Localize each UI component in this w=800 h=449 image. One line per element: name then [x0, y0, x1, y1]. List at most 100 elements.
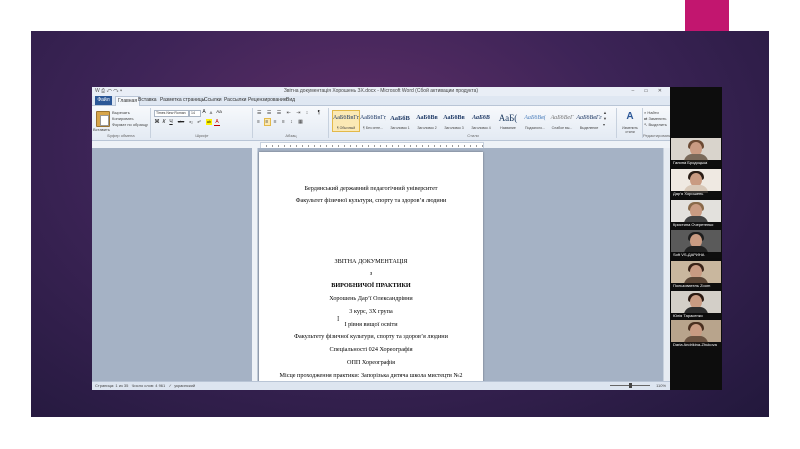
- list-buttons[interactable]: ☰ ☰ ☰ ⇤ ⇥ ↕: [257, 110, 310, 116]
- copy-button[interactable]: Копировать: [112, 116, 134, 121]
- paste-button[interactable]: Вставить: [93, 127, 110, 132]
- align-buttons[interactable]: ≡ ≡ ≡ ≡ ↕ ▦: [257, 118, 305, 126]
- participant-tile[interactable]: Дар’я Хорошень: [671, 169, 721, 197]
- subscript-button[interactable]: x₂: [188, 119, 194, 125]
- style-normal[interactable]: АаБбВвГг, ¶ Обычный: [332, 110, 360, 132]
- tab-view[interactable]: Вид: [286, 97, 295, 103]
- style-title[interactable]: АаБ( Название: [494, 110, 522, 132]
- paste-icon[interactable]: [96, 111, 110, 127]
- style-heading-2[interactable]: АаБбВв Заголовок 2: [413, 110, 441, 132]
- style-name: Выделение: [579, 126, 599, 130]
- pilcrow-button[interactable]: ¶: [316, 110, 322, 116]
- cut-button[interactable]: Вырезать: [112, 110, 130, 115]
- group-editing: ⌕ Найти ⇄ Заменить ↖ Выделить Редактиров…: [643, 108, 670, 138]
- binoculars-icon: ⌕: [644, 110, 647, 115]
- select-button[interactable]: ↖ Выделить: [644, 122, 667, 127]
- participant-tile[interactable]: Daria Andrikina-Zhukova: [671, 320, 721, 348]
- word-count[interactable]: Число слов: 4 961: [132, 383, 166, 388]
- shrink-font-button[interactable]: A: [208, 110, 214, 116]
- change-styles-icon[interactable]: A: [624, 111, 636, 123]
- participant-tile[interactable]: Soft VS-ДАРИНА: [671, 230, 721, 258]
- style-name: Заголовок 2: [417, 126, 437, 130]
- doc-line-university: Бердянський державний педагогічний уніве…: [304, 185, 438, 192]
- style-heading-3[interactable]: АаБбВв Заголовок 3: [440, 110, 468, 132]
- doc-line-place: Місце проходження практики: Запорізька д…: [279, 372, 463, 379]
- style-emphasis[interactable]: АаБбВвГг Выделение: [575, 110, 603, 132]
- tab-home[interactable]: Главная: [115, 96, 141, 106]
- zoom-slider-handle[interactable]: [629, 383, 632, 388]
- format-painter-button[interactable]: Формат по образцу: [112, 122, 148, 127]
- tab-references[interactable]: Ссылки: [204, 97, 222, 103]
- underline-button[interactable]: Ч: [168, 119, 174, 125]
- style-sample: АаБбВеГ: [550, 115, 574, 121]
- font-family-select[interactable]: Times New Roman: [154, 110, 189, 117]
- doc-line-level: І рівня вищої освіти: [344, 321, 398, 328]
- participant-video: [671, 291, 721, 315]
- i-beam-cursor-icon: I: [337, 315, 340, 323]
- participant-name: Soft VS-ДАРИНА: [671, 252, 721, 258]
- language-indicator[interactable]: украинский: [174, 383, 195, 388]
- participant-name: Daria Andrikina-Zhukova: [671, 342, 721, 348]
- select-label: Выделить: [648, 122, 667, 127]
- clipboard-label: Буфер обмена: [107, 133, 135, 138]
- window-controls[interactable]: – ▭ ✕: [632, 88, 666, 94]
- doc-line-preposition: з: [369, 270, 373, 277]
- find-button[interactable]: ⌕ Найти: [644, 110, 659, 115]
- tab-review[interactable]: Рецензирование: [248, 97, 287, 103]
- bold-button[interactable]: Ж: [154, 119, 160, 125]
- italic-button[interactable]: К: [161, 119, 167, 125]
- participant-tile[interactable]: Пользователь Zoom: [671, 261, 721, 289]
- group-styles: АаБбВвГг, ¶ Обычный АаБбВвГг, ¶ Без инте…: [330, 108, 617, 138]
- style-sample: АаБбВв: [416, 115, 438, 121]
- change-case-button[interactable]: Aa: [216, 109, 222, 115]
- participant-tile[interactable]: Галина Бродоцька: [671, 138, 721, 166]
- style-subtitle[interactable]: АаБбВв( Подзаголо...: [521, 110, 549, 132]
- superscript-button[interactable]: x²: [196, 119, 202, 125]
- strikethrough-button[interactable]: abc: [176, 119, 186, 125]
- style-sample: АаБбВ: [472, 115, 490, 121]
- font-color-button[interactable]: A: [214, 119, 220, 126]
- document-page[interactable]: Бердянський державний педагогічний уніве…: [259, 152, 483, 390]
- participant-tile[interactable]: Кристина Очеретенко: [671, 200, 721, 228]
- title-bar: W ⎙ ↶ ↷ ▾ Звітна документація Хорошень З…: [92, 87, 670, 96]
- tab-mailings[interactable]: Рассылки: [224, 97, 246, 103]
- style-sample: АаБбВв(: [524, 115, 546, 121]
- style-heading-1[interactable]: АаБбВ Заголовок 1: [386, 110, 414, 132]
- change-styles-button[interactable]: Изменить стили: [619, 126, 641, 134]
- vertical-ruler: [252, 148, 258, 382]
- tab-page-layout[interactable]: Разметка страницы: [160, 97, 205, 103]
- participant-video: [671, 200, 721, 224]
- highlight-button[interactable]: ab: [206, 119, 212, 125]
- styles-scroll[interactable]: ▲ ▼ ▾: [603, 110, 607, 128]
- replace-button[interactable]: ⇄ Заменить: [644, 116, 666, 121]
- style-heading-4[interactable]: АаБбВ Заголовок 4: [467, 110, 495, 132]
- doc-line-faculty-2: Факультету фізичної культури, спорту та …: [294, 333, 448, 340]
- participant-name: Юлія Тарасенко: [671, 313, 721, 319]
- find-label: Найти: [647, 110, 659, 115]
- doc-line-faculty: Факультет фізичної культури, спорту та з…: [295, 197, 447, 204]
- doc-line-practice: ВИРОБНИЧОЇ ПРАКТИКИ: [331, 282, 411, 289]
- style-sample: АаБбВвГг: [576, 115, 602, 121]
- spellcheck-icon[interactable]: ✓: [169, 383, 172, 388]
- style-subtle-emphasis[interactable]: АаБбВеГ Слабое вы...: [548, 110, 576, 132]
- horizontal-ruler: [92, 141, 670, 149]
- grow-font-button[interactable]: A: [201, 109, 207, 115]
- doc-line-specialty: Спеціальності 024 Хореографія: [329, 346, 413, 353]
- style-sample: АаБбВвГг,: [333, 115, 359, 121]
- font-size-select[interactable]: 14: [189, 110, 201, 117]
- style-name: Заголовок 3: [444, 126, 464, 130]
- style-no-spacing[interactable]: АаБбВвГг, ¶ Без инте...: [359, 110, 387, 132]
- align-center-icon[interactable]: ≡: [264, 118, 272, 126]
- doc-line-report-title: ЗВІТНА ДОКУМЕНТАЦІЯ: [334, 258, 408, 265]
- tab-insert[interactable]: Вставка: [138, 97, 157, 103]
- tab-file[interactable]: Файл: [95, 96, 112, 105]
- participant-tile[interactable]: Юлія Тарасенко: [671, 291, 721, 319]
- doc-line-program: ОПП Хореографія: [346, 359, 395, 366]
- editing-label: Редактирование: [643, 133, 670, 138]
- style-name: ¶ Обычный: [336, 126, 356, 130]
- replace-icon: ⇄: [644, 116, 648, 121]
- page-count[interactable]: Страница: 1 из 35: [95, 383, 128, 388]
- zoom-level[interactable]: 110%: [656, 383, 666, 388]
- vertical-scrollbar[interactable]: [663, 148, 670, 382]
- status-bar: Страница: 1 из 35 Число слов: 4 961 ✓ ук…: [92, 381, 670, 390]
